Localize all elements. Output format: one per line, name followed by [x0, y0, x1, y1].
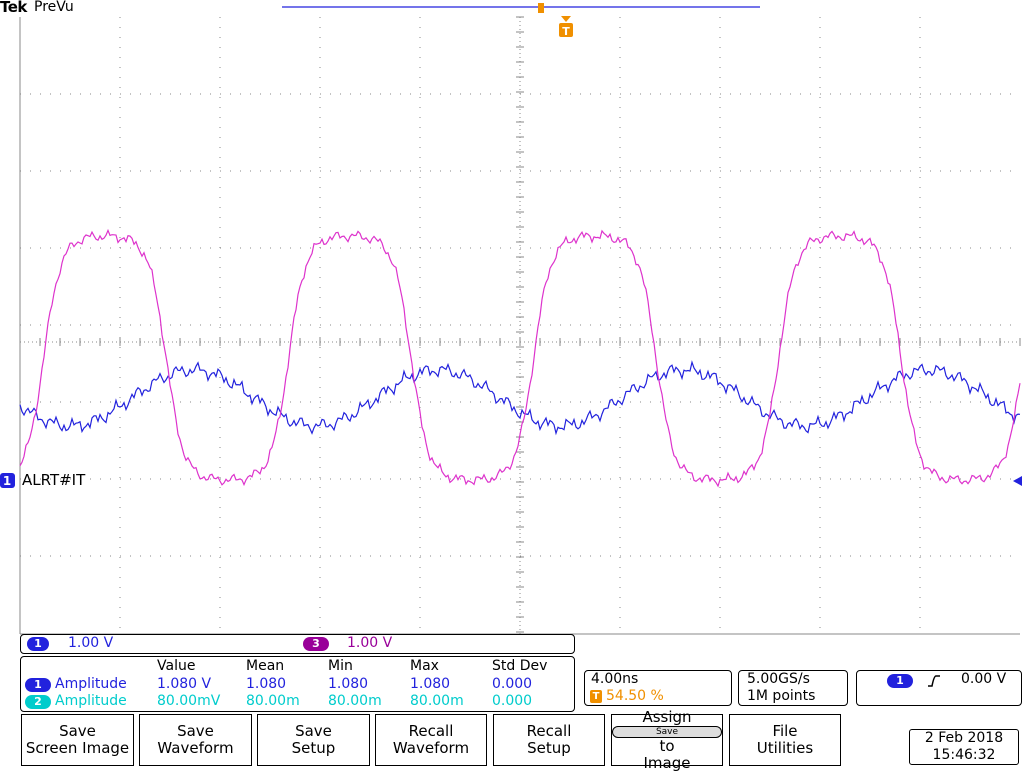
ch1-badge: 1	[25, 678, 51, 692]
measurement-max: 80.00m	[410, 693, 464, 709]
ch1-badge[interactable]: 1	[27, 637, 49, 651]
record-view-bar	[282, 3, 760, 13]
trigger-source-badge: 1	[887, 674, 913, 688]
sample-rate: 5.00GS/s	[747, 671, 810, 687]
ch1-scale[interactable]: 1.00 V	[68, 635, 113, 651]
trigger-level-icon	[1013, 476, 1022, 486]
save-key-icon: Save	[612, 725, 722, 738]
measurement-stddev: 0.000	[492, 676, 533, 692]
header-min: Min	[328, 658, 353, 674]
ch1-ground-marker[interactable]: 1	[0, 473, 15, 488]
trigger-arrow-icon	[561, 16, 571, 22]
assign-save-button[interactable]: Assign Save to Image	[611, 708, 723, 771]
header-mean: Mean	[246, 658, 285, 674]
ch1-label: ALRT#IT	[22, 471, 86, 489]
trigger-readout[interactable]: 1 0.00 V	[856, 670, 1022, 706]
save-screen-image-button[interactable]: Save Screen Image	[21, 714, 134, 766]
recall-waveform-button[interactable]: Recall Waveform	[375, 714, 487, 766]
recall-setup-button[interactable]: Recall Setup	[493, 714, 605, 766]
date-time-display: 2 Feb 2018 15:46:32	[909, 729, 1019, 765]
measurement-mean: 80.00m	[246, 693, 300, 709]
measurement-value: 80.00mV	[157, 693, 221, 709]
measurement-min: 80.00m	[328, 693, 382, 709]
channel-scale-bar: 1 1.00 V 3 1.00 V	[20, 634, 575, 654]
timebase-readout[interactable]: 4.00ns T 54.50 %	[584, 670, 732, 706]
svg-text:T: T	[562, 25, 570, 38]
header-max: Max	[410, 658, 439, 674]
trigger-position: 54.50 %	[606, 688, 664, 704]
measurement-name: Amplitude	[55, 676, 127, 692]
graticule	[19, 16, 1021, 635]
svg-text:1: 1	[3, 474, 11, 488]
tek-logo: Tek	[0, 0, 27, 16]
measurement-stddev: 0.000	[492, 693, 533, 709]
acquisition-readout[interactable]: 5.00GS/s 1M points	[738, 670, 848, 706]
measurement-mean: 1.080	[246, 676, 287, 692]
measurement-name: Amplitude	[55, 693, 127, 709]
ch3-badge[interactable]: 3	[303, 637, 329, 651]
rising-edge-icon	[928, 675, 940, 687]
trigger-icon: T	[590, 690, 602, 703]
trigger-position-marker[interactable]: T	[559, 16, 573, 38]
ch3-waveform	[19, 228, 1021, 488]
trigger-level: 0.00 V	[961, 671, 1007, 687]
time: 15:46:32	[932, 747, 996, 763]
header-stddev: Std Dev	[492, 658, 548, 674]
measurement-panel: Value Mean Min Max Std Dev 1 Amplitude 1…	[20, 656, 575, 712]
measurement-value: 1.080 V	[157, 676, 212, 692]
ch2-badge: 2	[25, 695, 51, 709]
file-utilities-button[interactable]: File Utilities	[729, 714, 841, 766]
save-waveform-button[interactable]: Save Waveform	[139, 714, 252, 766]
horizontal-scale: 4.00ns	[591, 671, 639, 687]
record-length: 1M points	[747, 688, 816, 704]
ch3-scale[interactable]: 1.00 V	[347, 635, 392, 651]
acquisition-mode: PreVu	[34, 0, 74, 15]
measurement-max: 1.080	[410, 676, 451, 692]
record-position-icon	[538, 3, 544, 13]
measurement-min: 1.080	[328, 676, 369, 692]
date: 2 Feb 2018	[924, 730, 1004, 746]
header-value: Value	[157, 658, 196, 674]
save-setup-button[interactable]: Save Setup	[257, 714, 370, 766]
